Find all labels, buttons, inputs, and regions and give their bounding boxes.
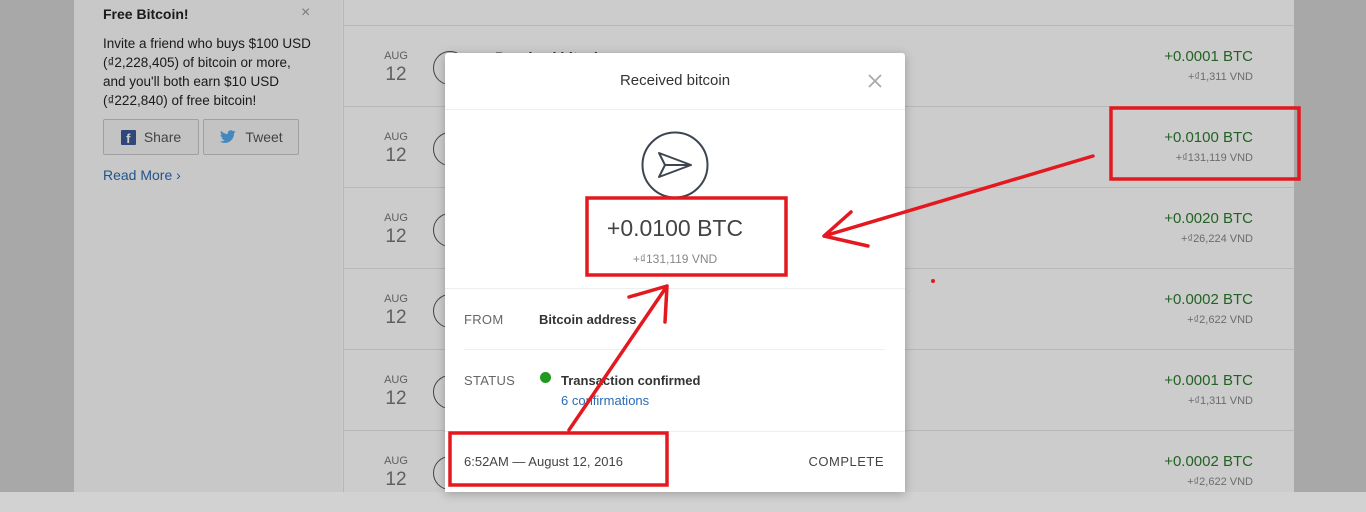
from-label: FROM [464, 312, 504, 327]
modal-amount-btc: +0.0100 BTC [606, 215, 744, 241]
modal-header: Received bitcoin [445, 53, 905, 110]
divider [445, 288, 905, 289]
close-icon[interactable] [865, 71, 885, 91]
divider [464, 349, 885, 350]
modal-amount-vnd: +₫131,119 VND [632, 252, 718, 266]
status-ok-icon [540, 372, 551, 383]
sent-arrow-icon [641, 131, 709, 199]
transaction-date: 6:52AM — August 12, 2016 [464, 454, 623, 469]
from-value: Bitcoin address [539, 312, 637, 327]
modal-title: Received bitcoin [619, 72, 731, 89]
transaction-detail-modal: Received bitcoin +0.0100 BTC +₫131,119 V… [445, 53, 905, 492]
status-label: STATUS [464, 373, 516, 388]
confirmations-link[interactable]: 6 confirmations [561, 393, 649, 408]
divider [445, 431, 905, 432]
transaction-state: COMPLETE [808, 454, 884, 469]
status-value: Transaction confirmed [561, 373, 701, 388]
